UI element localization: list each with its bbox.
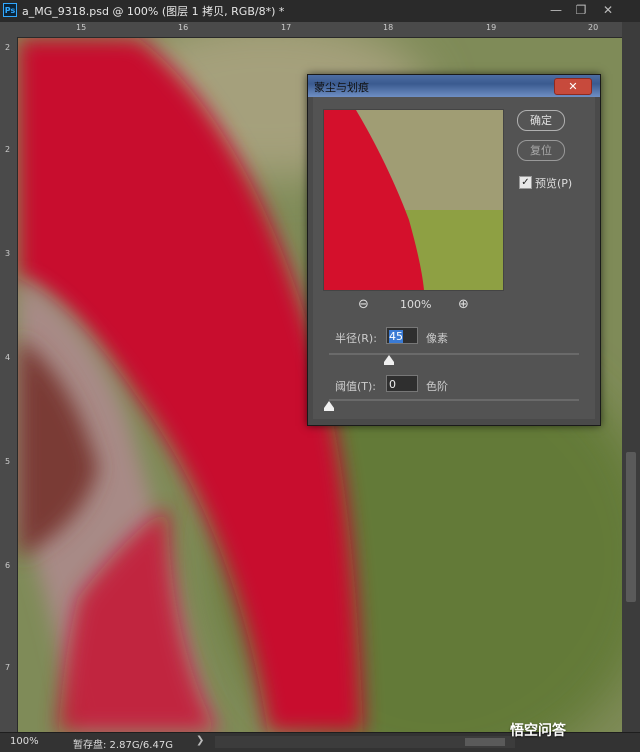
ruler-tick: 3	[5, 249, 11, 258]
ruler-corner	[0, 22, 18, 37]
ruler-tick: 15	[76, 23, 87, 32]
reset-button[interactable]: 复位	[517, 140, 565, 161]
minimize-button[interactable]: —	[545, 2, 567, 18]
preview-label: 预览(P)	[535, 177, 573, 190]
threshold-value: 0	[389, 378, 396, 391]
restore-button[interactable]: ❐	[570, 2, 592, 18]
ruler-tick: 19	[486, 23, 497, 32]
ruler-tick: 17	[281, 23, 292, 32]
radius-slider-track[interactable]	[329, 353, 579, 355]
zoom-in-icon[interactable]: ⊕	[458, 297, 469, 312]
threshold-slider-track[interactable]	[329, 399, 579, 401]
vertical-scrollbar[interactable]	[622, 22, 640, 732]
close-window-button[interactable]: ✕	[597, 2, 619, 18]
dialog-title: 蒙尘与划痕	[314, 81, 369, 94]
dialog-body: ⊖ 100% ⊕ 确定 复位 ✓ 预览(P) 半径(R): 45 像素 阈值(T…	[313, 97, 595, 419]
watermark-logo: 悟空问答	[510, 723, 566, 739]
threshold-label: 阈值(T):	[335, 380, 377, 393]
radius-unit: 像素	[426, 332, 448, 345]
status-menu-arrow-icon[interactable]: ❯	[196, 735, 204, 746]
radius-input[interactable]: 45	[386, 327, 418, 344]
zoom-level-field[interactable]: 100%	[10, 736, 39, 747]
ruler-tick: 2	[5, 145, 11, 154]
threshold-input[interactable]: 0	[386, 375, 418, 392]
document-title: a_MG_9318.psd @ 100% (图层 1 拷贝, RGB/8*) *	[22, 5, 285, 18]
preview-checkbox[interactable]: ✓	[519, 176, 532, 189]
ok-button[interactable]: 确定	[517, 110, 565, 131]
preview-zoom-level: 100%	[400, 298, 432, 311]
ruler-left: 2 2 3 4 5 6 7	[0, 37, 18, 732]
radius-label: 半径(R):	[335, 332, 377, 345]
preview-artwork	[324, 110, 503, 290]
ruler-tick: 7	[5, 663, 11, 672]
dialog-titlebar[interactable]: 蒙尘与划痕 ✕	[308, 75, 600, 97]
scratch-disk-info: 暂存盘: 2.87G/6.47G	[73, 740, 173, 751]
ruler-tick: 18	[383, 23, 394, 32]
vertical-scroll-thumb[interactable]	[626, 452, 636, 602]
document-titlebar: Ps a_MG_9318.psd @ 100% (图层 1 拷贝, RGB/8*…	[0, 0, 640, 23]
ruler-top: 15 16 17 18 19 20	[18, 22, 622, 38]
ruler-tick: 2	[5, 43, 11, 52]
ruler-tick: 4	[5, 353, 11, 362]
horizontal-scrollbar[interactable]	[215, 736, 515, 748]
ruler-tick: 5	[5, 457, 11, 466]
ruler-tick: 6	[5, 561, 11, 570]
horizontal-scroll-thumb[interactable]	[465, 738, 505, 746]
radius-value: 45	[389, 330, 403, 343]
threshold-slider-handle[interactable]	[324, 401, 334, 411]
preview-zoom-controls: ⊖ 100% ⊕	[358, 297, 478, 313]
photoshop-icon: Ps	[3, 3, 17, 17]
threshold-unit: 色阶	[426, 380, 448, 393]
radius-slider-handle[interactable]	[384, 355, 394, 365]
ruler-tick: 20	[588, 23, 599, 32]
dust-and-scratches-dialog: 蒙尘与划痕 ✕ ⊖ 100% ⊕ 确定 复位 ✓ 预览(P) 半径(R): 45…	[307, 74, 601, 426]
ruler-tick: 16	[178, 23, 189, 32]
dialog-close-button[interactable]: ✕	[554, 78, 592, 95]
filter-preview[interactable]	[323, 109, 504, 291]
zoom-out-icon[interactable]: ⊖	[358, 297, 369, 312]
